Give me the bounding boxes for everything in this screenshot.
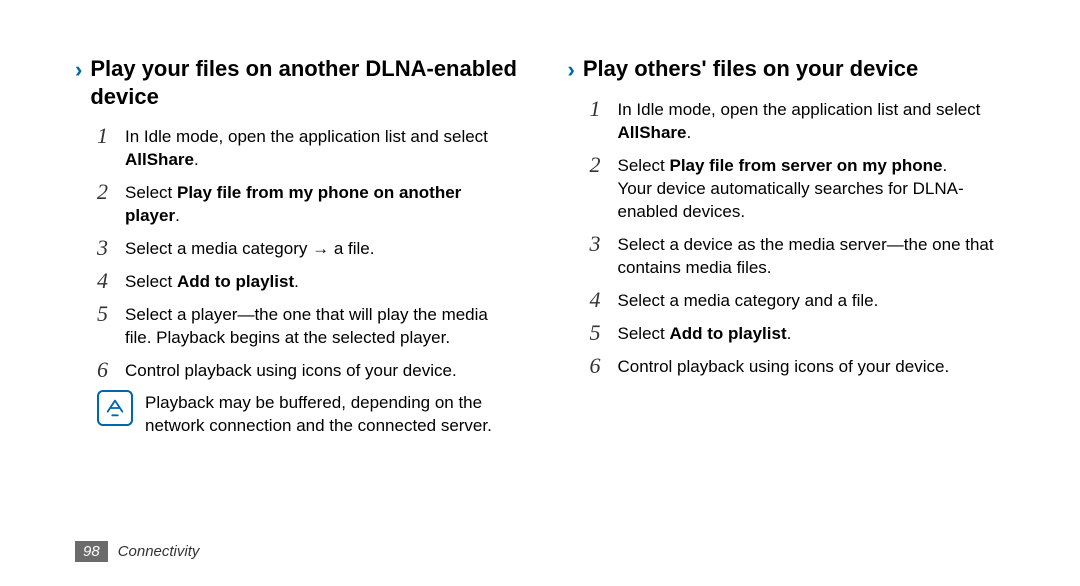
- left-step-3: 3 Select a media category → a file.: [75, 236, 518, 261]
- left-step-2: 2 Select Play file from my phone on anot…: [75, 180, 518, 228]
- step-text: Select Play file from server on my phone…: [618, 153, 1011, 224]
- step-text: Select a player—the one that will play t…: [125, 302, 518, 350]
- step-number: 3: [590, 232, 618, 256]
- right-step-4: 4 Select a media category and a file.: [568, 288, 1011, 313]
- step-number: 5: [97, 302, 125, 326]
- left-step-6: 6 Control playback using icons of your d…: [75, 358, 518, 383]
- step-number: 2: [97, 180, 125, 204]
- chevron-icon: ›: [75, 57, 82, 83]
- step-text: In Idle mode, open the application list …: [125, 124, 518, 172]
- heading-text: Play your files on another DLNA-enabled …: [90, 55, 517, 110]
- step-text: Select a device as the media server—the …: [618, 232, 1011, 280]
- right-step-3: 3 Select a device as the media server—th…: [568, 232, 1011, 280]
- step-text: Select Add to playlist.: [125, 269, 299, 294]
- step-text: Select Play file from my phone on anothe…: [125, 180, 518, 228]
- step-text: Select a media category → a file.: [125, 236, 374, 261]
- left-column: › Play your files on another DLNA-enable…: [75, 55, 518, 556]
- right-column: › Play others' files on your device 1 In…: [568, 55, 1011, 556]
- right-step-6: 6 Control playback using icons of your d…: [568, 354, 1011, 379]
- note-row: Playback may be buffered, depending on t…: [75, 390, 518, 438]
- step-text: Select Add to playlist.: [618, 321, 792, 346]
- note-text: Playback may be buffered, depending on t…: [145, 390, 518, 438]
- left-heading: › Play your files on another DLNA-enable…: [75, 55, 518, 110]
- step-number: 4: [97, 269, 125, 293]
- step-number: 1: [590, 97, 618, 121]
- page-content: › Play your files on another DLNA-enable…: [75, 55, 1010, 556]
- step-number: 5: [590, 321, 618, 345]
- right-heading: › Play others' files on your device: [568, 55, 1011, 83]
- page-footer: 98 Connectivity: [75, 541, 199, 562]
- step-number: 6: [590, 354, 618, 378]
- step-text: Control playback using icons of your dev…: [618, 354, 950, 379]
- step-number: 2: [590, 153, 618, 177]
- step-number: 1: [97, 124, 125, 148]
- page-number: 98: [75, 541, 108, 562]
- right-step-5: 5 Select Add to playlist.: [568, 321, 1011, 346]
- footer-section: Connectivity: [118, 543, 200, 560]
- step-number: 3: [97, 236, 125, 260]
- step-text: Control playback using icons of your dev…: [125, 358, 457, 383]
- step-number: 4: [590, 288, 618, 312]
- right-step-1: 1 In Idle mode, open the application lis…: [568, 97, 1011, 145]
- heading-text: Play others' files on your device: [583, 55, 918, 83]
- right-step-2: 2 Select Play file from server on my pho…: [568, 153, 1011, 224]
- left-step-1: 1 In Idle mode, open the application lis…: [75, 124, 518, 172]
- step-text: Select a media category and a file.: [618, 288, 879, 313]
- step-number: 6: [97, 358, 125, 382]
- chevron-icon: ›: [568, 57, 575, 83]
- left-step-5: 5 Select a player—the one that will play…: [75, 302, 518, 350]
- left-step-4: 4 Select Add to playlist.: [75, 269, 518, 294]
- note-icon: [97, 390, 133, 426]
- step-text: In Idle mode, open the application list …: [618, 97, 1011, 145]
